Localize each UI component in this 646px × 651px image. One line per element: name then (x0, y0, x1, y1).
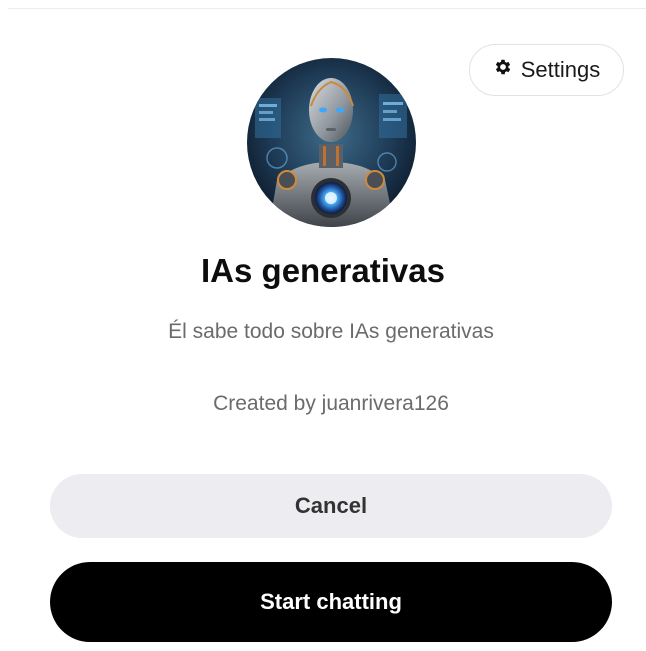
top-divider (8, 8, 646, 9)
gpt-description: Él sabe todo sobre IAs generativas (168, 320, 494, 343)
gpt-title: IAs generativas (201, 252, 445, 289)
start-chatting-button[interactable]: Start chatting (50, 562, 612, 642)
settings-label: Settings (520, 57, 601, 82)
settings-button[interactable]: Settings (469, 44, 624, 96)
robot-avatar-image (247, 58, 416, 227)
gear-icon (493, 57, 513, 83)
gpt-creator: Created by juanrivera126 (213, 392, 449, 415)
gpt-preview-card: Settings IAs generativas Él sabe todo so… (0, 0, 646, 651)
cancel-button[interactable]: Cancel (50, 474, 612, 538)
